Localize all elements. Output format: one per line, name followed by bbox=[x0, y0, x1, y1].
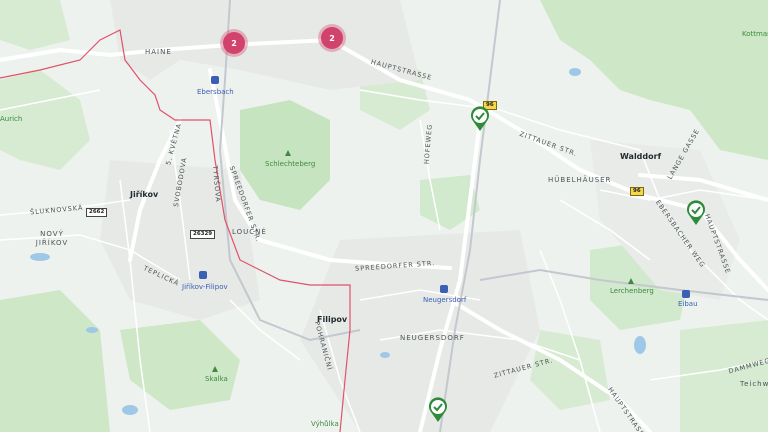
district-label: HAINE bbox=[145, 48, 172, 56]
poi-label: Aurich bbox=[0, 115, 23, 123]
cluster-count: 2 bbox=[231, 38, 237, 48]
train-station-icon bbox=[440, 285, 448, 293]
poi-label: Skalka bbox=[205, 375, 228, 383]
peak-icon bbox=[628, 278, 634, 284]
checkpoint-marker[interactable] bbox=[428, 397, 448, 423]
station-label: Neugersdorf bbox=[423, 296, 467, 304]
district-label: NOVÝ JIŘÍKOV bbox=[35, 230, 69, 247]
map-canvas[interactable]: HAINE LOUČNÉ NOVÝ JIŘÍKOV NEUGERSDORF HÜ… bbox=[0, 0, 768, 432]
poi-label: Kottmar bbox=[742, 30, 768, 38]
station-label: Eibau bbox=[678, 300, 698, 308]
train-station-icon bbox=[211, 76, 219, 84]
checkpoint-marker[interactable] bbox=[686, 200, 706, 226]
cluster-marker[interactable]: 2 bbox=[223, 32, 245, 54]
cluster-marker[interactable]: 2 bbox=[321, 27, 343, 49]
district-label: HÜBELHÄUSER bbox=[548, 176, 612, 184]
train-station-icon bbox=[199, 271, 207, 279]
town-label: Jiříkov bbox=[130, 190, 159, 199]
check-icon bbox=[429, 397, 447, 422]
peak-icon bbox=[285, 150, 291, 156]
district-label: Teichw bbox=[740, 380, 768, 388]
district-label: NEUGERSDORF bbox=[400, 334, 465, 342]
check-icon bbox=[471, 106, 489, 131]
checkpoint-marker[interactable] bbox=[470, 106, 490, 132]
cluster-count: 2 bbox=[329, 33, 335, 43]
train-station-icon bbox=[682, 290, 690, 298]
poi-label: Schlechteberg bbox=[265, 160, 316, 168]
road-shield: 96 bbox=[630, 187, 644, 196]
station-label: Jiříkov-Filipov bbox=[182, 283, 228, 291]
town-label: Walddorf bbox=[620, 152, 662, 161]
poi-label: Lerchenberg bbox=[610, 287, 654, 295]
check-icon bbox=[687, 200, 705, 225]
station-label: Ebersbach bbox=[197, 88, 234, 96]
road-shield: 2662 bbox=[86, 208, 108, 217]
peak-icon bbox=[212, 366, 218, 372]
poi-label: Výhůlka bbox=[311, 420, 339, 428]
road-shield: 26329 bbox=[190, 230, 216, 239]
